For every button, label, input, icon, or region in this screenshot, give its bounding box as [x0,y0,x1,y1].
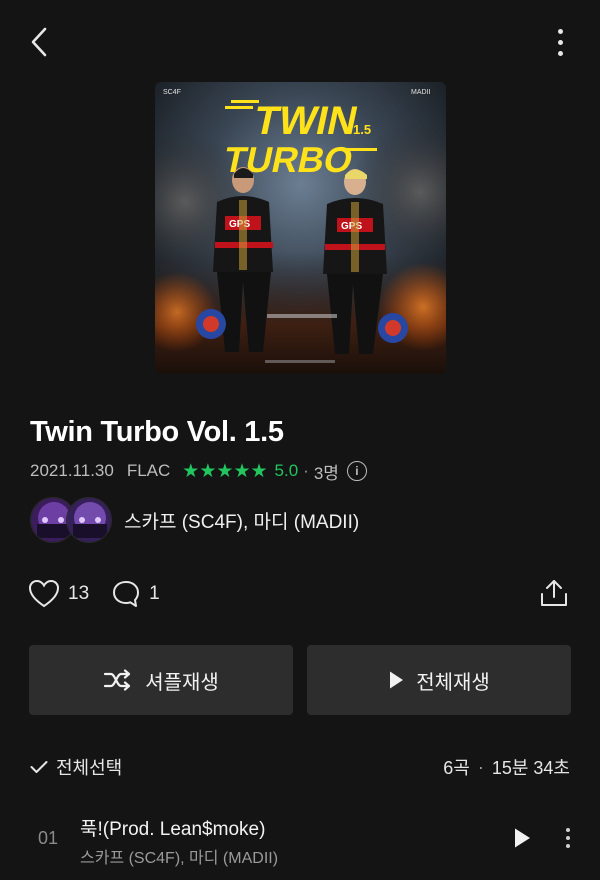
track-count: 6곡 [443,758,470,778]
shuffle-play-label: 셔플재생 [145,671,219,694]
svg-text:SC4F: SC4F [163,89,181,96]
shuffle-play-button[interactable]: 셔플재생 [29,645,293,715]
artist-name[interactable]: 스카프 (SC4F), 마디 (MADII) [124,507,359,534]
share-button[interactable] [538,576,570,610]
play-icon [388,670,404,690]
like-count: 13 [68,583,90,604]
star-icon: ★ [199,460,217,482]
album-title: Twin Turbo Vol. 1.5 [30,416,284,448]
svg-text:1.5: 1.5 [353,122,371,137]
social-row: 13 1 [28,576,182,612]
album-cover-art: TWIN TURBO 1.5 SC4F MADII GPS GPS [155,82,446,374]
star-icon: ★ [250,460,268,482]
summary-separator: · [477,756,484,777]
like-button[interactable]: 13 [28,579,89,609]
album-meta: 2021.11.30 FLAC ★ ★ ★ ★ ★ 5.0 · 3명 i [30,458,367,484]
play-all-label: 전체재생 [416,671,490,694]
star-icon: ★ [216,460,234,482]
star-icon: ★ [233,460,251,482]
track-play-button[interactable] [510,826,534,850]
track-number: 01 [38,828,59,848]
select-all-label: 전체선택 [56,758,123,778]
release-date: 2021.11.30 [30,461,114,480]
meta-separator: · [303,461,309,480]
artist-avatars [30,497,112,543]
track-title: 푹!(Prod. Lean$moke) [80,819,266,840]
more-options-button[interactable] [550,24,570,60]
track-artist: 스카프 (SC4F), 마디 (MADII) [80,850,279,867]
star-icon: ★ [182,460,200,482]
heart-icon [28,579,60,608]
total-duration: 15분 34초 [491,758,570,778]
avatar [66,497,112,543]
back-button[interactable] [22,24,56,60]
track-row[interactable]: 01 푹!(Prod. Lean$moke) 스카프 (SC4F), 마디 (M… [0,806,600,872]
svg-text:TWIN: TWIN [250,97,362,142]
play-all-button[interactable]: 전체재생 [307,645,571,715]
audio-format: FLAC [126,461,171,480]
more-vertical-icon [557,28,563,34]
track-summary: 6곡 · 15분 34초 [443,754,570,780]
comment-button[interactable]: 1 [111,579,160,609]
play-icon [515,828,530,848]
chevron-left-icon [31,27,47,57]
rating-count: 3명 [313,463,339,483]
share-icon [541,580,567,606]
shuffle-icon [103,669,133,691]
more-vertical-icon [566,828,570,832]
svg-text:MADII: MADII [411,89,431,96]
select-all-button[interactable]: 전체선택 [30,754,122,780]
comment-icon [113,581,140,607]
track-more-button[interactable] [560,824,576,852]
rating-value: 5.0 [274,461,299,480]
info-icon[interactable]: i [346,461,367,481]
artist-row[interactable]: 스카프 (SC4F), 마디 (MADII) [30,496,359,544]
top-bar [0,0,600,84]
list-header: 전체선택 6곡 · 15분 34초 [30,752,570,782]
checkmark-icon [30,760,48,774]
rating-stars[interactable]: ★ ★ ★ ★ ★ [182,462,267,481]
album-cover[interactable]: TWIN TURBO 1.5 SC4F MADII GPS GPS [155,82,446,374]
comment-count: 1 [149,583,160,604]
